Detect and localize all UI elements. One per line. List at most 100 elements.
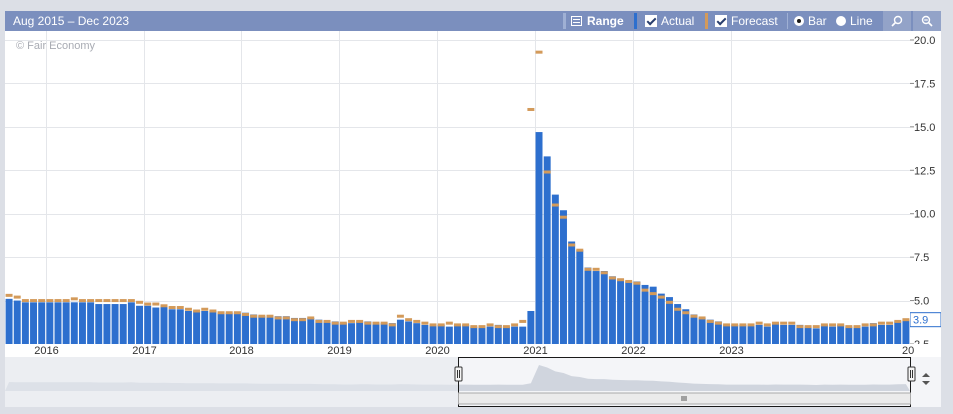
zoom-out-button[interactable] — [913, 11, 941, 31]
range-navigator[interactable] — [5, 357, 941, 407]
actual-bar — [372, 323, 380, 344]
forecast-marker — [511, 323, 519, 327]
navigator-unselected-region — [5, 357, 458, 407]
forecast-marker — [576, 248, 584, 252]
line-radio[interactable] — [836, 16, 846, 26]
bar-radio[interactable] — [794, 16, 804, 26]
actual-bar — [21, 302, 29, 344]
actual-bar — [853, 326, 861, 344]
actual-bar — [877, 324, 885, 344]
actual-bar — [95, 304, 103, 344]
forecast-marker — [454, 323, 461, 327]
actual-bar — [70, 302, 78, 344]
y-tick-label: 17.5 — [914, 78, 935, 90]
forecast-marker — [437, 323, 445, 327]
forecast-marker — [771, 321, 779, 325]
forecast-marker — [731, 323, 739, 327]
actual-bar — [666, 297, 673, 344]
forecast-marker — [869, 323, 877, 327]
x-tick-label: 2020 — [425, 345, 449, 357]
forecast-marker — [299, 318, 307, 322]
forecast-marker — [462, 323, 470, 327]
forecast-marker — [551, 203, 559, 207]
forecast-marker — [307, 316, 315, 320]
forecast-marker — [902, 318, 910, 322]
forecast-marker — [405, 318, 413, 322]
actual-bar — [160, 305, 168, 344]
date-range-label: Aug 2015 – Dec 2023 — [13, 14, 130, 28]
actual-bar — [739, 324, 747, 344]
forecast-marker — [429, 323, 437, 327]
actual-bar — [152, 307, 160, 344]
forecast-checkbox[interactable] — [715, 15, 727, 27]
actual-bar — [282, 316, 290, 344]
forecast-marker — [894, 319, 902, 323]
forecast-marker — [820, 323, 828, 327]
forecast-marker — [62, 299, 70, 303]
actual-bar — [266, 316, 274, 344]
zoom-in-button[interactable] — [883, 11, 911, 31]
line-label: Line — [850, 14, 873, 28]
forecast-marker — [127, 299, 135, 303]
forecast-marker — [396, 314, 404, 318]
forecast-toggle[interactable]: Forecast — [715, 11, 778, 31]
forecast-marker — [755, 321, 763, 325]
actual-bar — [364, 321, 372, 344]
actual-bar — [470, 326, 478, 344]
forecast-marker — [845, 325, 853, 329]
forecast-marker — [217, 311, 225, 315]
actual-bar — [339, 323, 347, 344]
forecast-marker — [136, 300, 144, 304]
forecast-marker — [331, 321, 339, 325]
actual-bar — [250, 314, 258, 344]
forecast-marker — [608, 276, 616, 280]
actual-bar — [405, 321, 413, 344]
forecast-marker — [527, 107, 535, 111]
line-mode-option[interactable]: Line — [836, 11, 873, 31]
x-tick-label: 2018 — [229, 345, 253, 357]
forecast-marker — [119, 299, 127, 303]
actual-bar — [356, 321, 364, 344]
actual-bar — [87, 302, 95, 344]
actual-bar — [682, 309, 690, 344]
forecast-label: Forecast — [731, 14, 778, 28]
forecast-marker — [87, 299, 95, 303]
forecast-marker — [193, 309, 201, 313]
actual-bar — [568, 241, 576, 344]
bar-mode-option[interactable]: Bar — [794, 11, 827, 31]
actual-bar — [560, 210, 567, 344]
actual-checkbox[interactable] — [645, 15, 657, 27]
plot-area[interactable]: © Fair Economy — [5, 31, 910, 345]
y-axis: 2.55.07.510.012.515.017.520.03.9 — [909, 31, 942, 351]
toolbar-separator — [563, 13, 566, 29]
magnifier-icon — [891, 15, 903, 27]
actual-bar — [62, 302, 70, 344]
actual-bar — [136, 305, 144, 344]
forecast-marker — [837, 323, 845, 327]
actual-bar — [820, 324, 828, 344]
forecast-marker — [829, 323, 837, 327]
forecast-marker — [258, 314, 266, 318]
forecast-marker — [95, 299, 103, 303]
calendar-icon — [571, 16, 582, 26]
actual-bar — [119, 304, 127, 344]
zoom-out-icon — [921, 15, 933, 27]
actual-bar — [242, 312, 249, 344]
forecast-marker — [209, 309, 217, 313]
y-axis-labels: 2.55.07.510.012.515.017.520.03.9 — [909, 35, 942, 351]
forecast-marker — [739, 323, 747, 327]
actual-color-swatch — [634, 13, 637, 29]
forecast-marker — [111, 299, 119, 303]
actual-bar — [184, 310, 192, 344]
actual-toggle[interactable]: Actual — [645, 11, 694, 31]
actual-bar — [617, 279, 625, 344]
forecast-marker — [364, 321, 372, 325]
range-button[interactable]: Range — [571, 11, 624, 31]
actual-bar — [894, 321, 902, 344]
y-tick-label: 5.0 — [914, 296, 929, 308]
x-tick-label: 20 — [902, 345, 914, 357]
forecast-marker — [877, 321, 885, 325]
forecast-marker — [478, 325, 486, 329]
forecast-marker — [70, 297, 78, 301]
forecast-marker — [282, 316, 290, 320]
